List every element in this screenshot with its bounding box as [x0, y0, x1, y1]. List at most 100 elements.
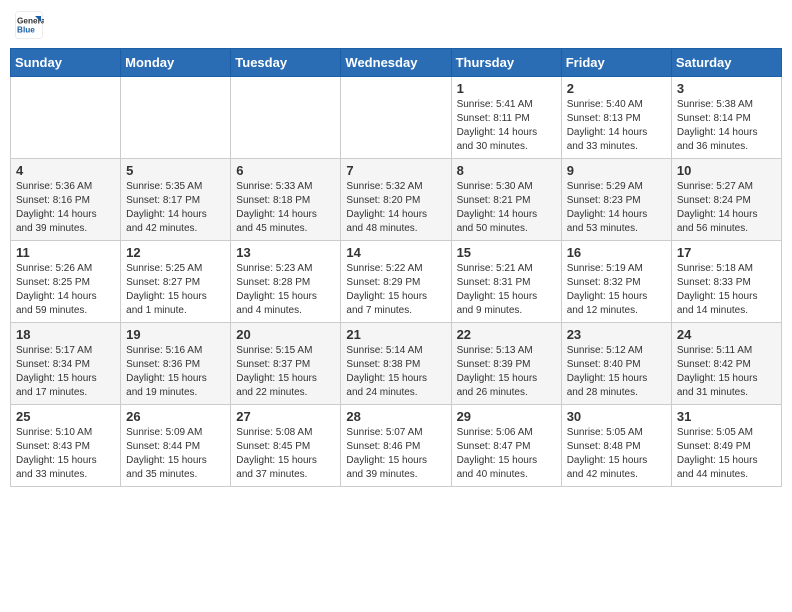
- day-number: 19: [126, 327, 225, 342]
- day-number: 25: [16, 409, 115, 424]
- day-number: 1: [457, 81, 556, 96]
- day-info: Sunrise: 5:12 AM Sunset: 8:40 PM Dayligh…: [567, 344, 666, 400]
- day-number: 11: [16, 245, 115, 260]
- day-cell: 20 Sunrise: 5:15 AM Sunset: 8:37 PM Dayli…: [231, 323, 341, 405]
- day-info: Sunrise: 5:26 AM Sunset: 8:25 PM Dayligh…: [16, 262, 115, 318]
- day-number: 29: [457, 409, 556, 424]
- day-cell: 16 Sunrise: 5:19 AM Sunset: 8:32 PM Dayli…: [561, 241, 671, 323]
- day-info: Sunrise: 5:05 AM Sunset: 8:48 PM Dayligh…: [567, 426, 666, 482]
- day-cell: 28Sunrise: 5:07 AM Sunset: 8:46 PM Dayli…: [341, 405, 451, 487]
- day-info: Sunrise: 5:21 AM Sunset: 8:31 PM Dayligh…: [457, 262, 556, 318]
- day-info: Sunrise: 5:16 AM Sunset: 8:36 PM Dayligh…: [126, 344, 225, 400]
- day-info: Sunrise: 5:38 AM Sunset: 8:14 PM Dayligh…: [677, 98, 776, 154]
- day-number: 6: [236, 163, 335, 178]
- day-info: Sunrise: 5:19 AM Sunset: 8:32 PM Dayligh…: [567, 262, 666, 318]
- day-info: Sunrise: 5:11 AM Sunset: 8:42 PM Dayligh…: [677, 344, 776, 400]
- day-cell: 27Sunrise: 5:08 AM Sunset: 8:45 PM Dayli…: [231, 405, 341, 487]
- day-cell: 1 Sunrise: 5:41 AM Sunset: 8:11 PM Daylig…: [451, 77, 561, 159]
- day-cell: 21 Sunrise: 5:14 AM Sunset: 8:38 PM Dayli…: [341, 323, 451, 405]
- day-cell: 31 Sunrise: 5:05 AM Sunset: 8:49 PM Dayli…: [671, 405, 781, 487]
- day-number: 12: [126, 245, 225, 260]
- day-cell: 3 Sunrise: 5:38 AM Sunset: 8:14 PM Daylig…: [671, 77, 781, 159]
- day-number: 7: [346, 163, 445, 178]
- day-cell: 22 Sunrise: 5:13 AM Sunset: 8:39 PM Dayli…: [451, 323, 561, 405]
- day-info: Sunrise: 5:25 AM Sunset: 8:27 PM Dayligh…: [126, 262, 225, 318]
- day-number: 8: [457, 163, 556, 178]
- weekday-header-monday: Monday: [121, 49, 231, 77]
- day-cell: 11 Sunrise: 5:26 AM Sunset: 8:25 PM Dayli…: [11, 241, 121, 323]
- day-info: Sunrise: 5:17 AM Sunset: 8:34 PM Dayligh…: [16, 344, 115, 400]
- day-cell: 24 Sunrise: 5:11 AM Sunset: 8:42 PM Dayli…: [671, 323, 781, 405]
- day-number: 13: [236, 245, 335, 260]
- weekday-header-thursday: Thursday: [451, 49, 561, 77]
- day-cell: 17Sunrise: 5:18 AM Sunset: 8:33 PM Dayli…: [671, 241, 781, 323]
- day-number: 2: [567, 81, 666, 96]
- day-number: 31: [677, 409, 776, 424]
- day-cell: 2 Sunrise: 5:40 AM Sunset: 8:13 PM Daylig…: [561, 77, 671, 159]
- day-number: 10: [677, 163, 776, 178]
- day-info: Sunrise: 5:15 AM Sunset: 8:37 PM Dayligh…: [236, 344, 335, 400]
- day-number: 20: [236, 327, 335, 342]
- day-info: Sunrise: 5:06 AM Sunset: 8:47 PM Dayligh…: [457, 426, 556, 482]
- day-cell: [11, 77, 121, 159]
- day-number: 4: [16, 163, 115, 178]
- day-info: Sunrise: 5:41 AM Sunset: 8:11 PM Dayligh…: [457, 98, 556, 154]
- day-cell: 8 Sunrise: 5:30 AM Sunset: 8:21 PM Daylig…: [451, 159, 561, 241]
- weekday-header-sunday: Sunday: [11, 49, 121, 77]
- day-cell: 30 Sunrise: 5:05 AM Sunset: 8:48 PM Dayli…: [561, 405, 671, 487]
- day-cell: 26 Sunrise: 5:09 AM Sunset: 8:44 PM Dayli…: [121, 405, 231, 487]
- weekday-header-row: SundayMondayTuesdayWednesdayThursdayFrid…: [11, 49, 782, 77]
- day-number: 21: [346, 327, 445, 342]
- weekday-header-friday: Friday: [561, 49, 671, 77]
- day-number: 28: [346, 409, 445, 424]
- day-cell: 25 Sunrise: 5:10 AM Sunset: 8:43 PM Dayli…: [11, 405, 121, 487]
- day-cell: 29 Sunrise: 5:06 AM Sunset: 8:47 PM Dayli…: [451, 405, 561, 487]
- calendar-table: SundayMondayTuesdayWednesdayThursdayFrid…: [10, 48, 782, 487]
- week-row-3: 11 Sunrise: 5:26 AM Sunset: 8:25 PM Dayli…: [11, 241, 782, 323]
- weekday-header-saturday: Saturday: [671, 49, 781, 77]
- day-cell: 12 Sunrise: 5:25 AM Sunset: 8:27 PM Dayli…: [121, 241, 231, 323]
- day-cell: 5 Sunrise: 5:35 AM Sunset: 8:17 PM Daylig…: [121, 159, 231, 241]
- day-info: Sunrise: 5:09 AM Sunset: 8:44 PM Dayligh…: [126, 426, 225, 482]
- day-info: Sunrise: 5:10 AM Sunset: 8:43 PM Dayligh…: [16, 426, 115, 482]
- day-cell: 18Sunrise: 5:17 AM Sunset: 8:34 PM Dayli…: [11, 323, 121, 405]
- logo: General Blue: [14, 10, 48, 40]
- day-info: Sunrise: 5:23 AM Sunset: 8:28 PM Dayligh…: [236, 262, 335, 318]
- day-info: Sunrise: 5:32 AM Sunset: 8:20 PM Dayligh…: [346, 180, 445, 236]
- day-cell: 14 Sunrise: 5:22 AM Sunset: 8:29 PM Dayli…: [341, 241, 451, 323]
- day-info: Sunrise: 5:40 AM Sunset: 8:13 PM Dayligh…: [567, 98, 666, 154]
- day-info: Sunrise: 5:18 AM Sunset: 8:33 PM Dayligh…: [677, 262, 776, 318]
- day-cell: 10 Sunrise: 5:27 AM Sunset: 8:24 PM Dayli…: [671, 159, 781, 241]
- day-info: Sunrise: 5:30 AM Sunset: 8:21 PM Dayligh…: [457, 180, 556, 236]
- day-number: 27: [236, 409, 335, 424]
- weekday-header-wednesday: Wednesday: [341, 49, 451, 77]
- day-cell: 15 Sunrise: 5:21 AM Sunset: 8:31 PM Dayli…: [451, 241, 561, 323]
- day-number: 30: [567, 409, 666, 424]
- day-number: 26: [126, 409, 225, 424]
- day-number: 24: [677, 327, 776, 342]
- day-cell: 7 Sunrise: 5:32 AM Sunset: 8:20 PM Daylig…: [341, 159, 451, 241]
- day-number: 23: [567, 327, 666, 342]
- day-cell: [341, 77, 451, 159]
- day-info: Sunrise: 5:27 AM Sunset: 8:24 PM Dayligh…: [677, 180, 776, 236]
- day-number: 22: [457, 327, 556, 342]
- day-info: Sunrise: 5:14 AM Sunset: 8:38 PM Dayligh…: [346, 344, 445, 400]
- day-cell: 19 Sunrise: 5:16 AM Sunset: 8:36 PM Dayli…: [121, 323, 231, 405]
- week-row-2: 4 Sunrise: 5:36 AM Sunset: 8:16 PM Daylig…: [11, 159, 782, 241]
- day-info: Sunrise: 5:22 AM Sunset: 8:29 PM Dayligh…: [346, 262, 445, 318]
- day-cell: 13 Sunrise: 5:23 AM Sunset: 8:28 PM Dayli…: [231, 241, 341, 323]
- day-cell: 6Sunrise: 5:33 AM Sunset: 8:18 PM Daylig…: [231, 159, 341, 241]
- day-number: 16: [567, 245, 666, 260]
- day-info: Sunrise: 5:35 AM Sunset: 8:17 PM Dayligh…: [126, 180, 225, 236]
- day-info: Sunrise: 5:13 AM Sunset: 8:39 PM Dayligh…: [457, 344, 556, 400]
- day-info: Sunrise: 5:05 AM Sunset: 8:49 PM Dayligh…: [677, 426, 776, 482]
- day-number: 3: [677, 81, 776, 96]
- week-row-4: 18Sunrise: 5:17 AM Sunset: 8:34 PM Dayli…: [11, 323, 782, 405]
- day-number: 14: [346, 245, 445, 260]
- week-row-5: 25 Sunrise: 5:10 AM Sunset: 8:43 PM Dayli…: [11, 405, 782, 487]
- day-info: Sunrise: 5:36 AM Sunset: 8:16 PM Dayligh…: [16, 180, 115, 236]
- day-number: 9: [567, 163, 666, 178]
- day-number: 15: [457, 245, 556, 260]
- day-info: Sunrise: 5:29 AM Sunset: 8:23 PM Dayligh…: [567, 180, 666, 236]
- day-number: 5: [126, 163, 225, 178]
